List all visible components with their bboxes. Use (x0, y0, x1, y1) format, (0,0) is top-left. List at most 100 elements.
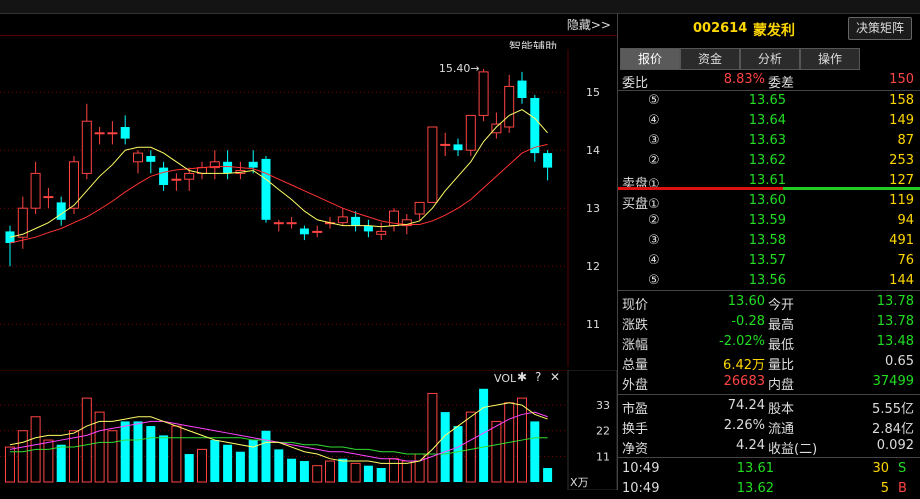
candle-body[interactable] (351, 216, 361, 226)
close-icon[interactable]: ✕ (550, 370, 560, 384)
tick-price: 13.62 (736, 481, 774, 496)
candle-body[interactable] (337, 216, 348, 224)
order-ratio-row: 委比 8.83% 委差 150 (618, 70, 920, 91)
divider (618, 290, 920, 291)
candle-body[interactable] (530, 98, 540, 154)
candle-body[interactable] (491, 123, 502, 134)
fund-label: 流通 (768, 422, 795, 437)
tab-operation[interactable]: 操作 (800, 48, 860, 70)
buy-price: 13.57 (748, 253, 786, 268)
candle-body[interactable] (94, 132, 105, 135)
tick-row: 10:49 13.61 30 S (618, 459, 920, 479)
candle-body[interactable] (248, 161, 258, 168)
candle-body[interactable] (543, 153, 553, 168)
candle-body[interactable] (171, 178, 182, 181)
sell-row[interactable]: ② 13.62 253 (618, 151, 920, 171)
decision-matrix-button[interactable]: 决策矩阵 (848, 17, 912, 40)
sell-row[interactable]: ⑤ 13.65 158 (618, 91, 920, 111)
buy-row[interactable]: ③ 13.58 491 (618, 231, 920, 251)
sell-row[interactable]: ④ 13.64 149 (618, 111, 920, 131)
candle-body[interactable] (223, 161, 233, 174)
buy-row[interactable]: 买盘① 13.60 119 (618, 191, 920, 212)
sell-row[interactable]: ③ 13.63 87 (618, 131, 920, 151)
candle-body[interactable] (440, 143, 451, 146)
volume-bar (299, 461, 309, 482)
volume-chart[interactable]: 33 22 11 X万 (0, 370, 617, 490)
volume-bar (376, 468, 386, 482)
max-price-marker: 15.40→ (439, 62, 480, 75)
candle-body[interactable] (363, 225, 373, 232)
tab-quote[interactable]: 报价 (620, 48, 680, 70)
y-tick-label: 13 (586, 202, 600, 215)
candle-body[interactable] (159, 167, 169, 185)
divider (618, 457, 920, 458)
fund-label: 换手 (622, 422, 649, 437)
vol-tick-label: 11 (596, 450, 610, 463)
tab-funds[interactable]: 资金 (680, 48, 740, 70)
y-tick-label: 11 (586, 318, 600, 331)
buy-row[interactable]: ④ 13.57 76 (618, 251, 920, 271)
candle-body[interactable] (273, 222, 284, 225)
help-icon[interactable]: ? (535, 370, 541, 384)
volume-bar (261, 430, 271, 482)
stat-row: 现价 13.60 今开 13.78 (618, 292, 920, 313)
fund-value: 0.092 (876, 438, 914, 453)
tick-price: 13.61 (736, 461, 774, 476)
candle-body[interactable] (465, 114, 476, 151)
candle-body[interactable] (414, 201, 425, 215)
volume-bar (312, 465, 323, 483)
stat-value: 0.65 (885, 354, 914, 369)
candle-body[interactable] (30, 172, 41, 209)
buy-row[interactable]: ② 13.59 94 (618, 211, 920, 231)
candle-body[interactable] (107, 132, 118, 135)
fund-row: 换手 2.26% 流通 2.84亿 (618, 416, 920, 437)
candle-body[interactable] (504, 85, 515, 128)
sell-price: 13.64 (748, 113, 786, 128)
candle-body[interactable] (146, 156, 156, 162)
candle-body[interactable] (427, 126, 438, 203)
gear-icon[interactable]: ✱ (517, 370, 527, 384)
candle-body[interactable] (312, 230, 323, 233)
tick-time: 10:49 (622, 481, 660, 496)
stat-row: 涨幅 -2.02% 最低 13.48 (618, 332, 920, 353)
volume-bar (133, 421, 143, 482)
candle-body[interactable] (56, 202, 66, 220)
stat-label: 外盘 (622, 378, 649, 393)
stat-row: 外盘 26683 内盘 37499 (618, 372, 920, 393)
candle-body[interactable] (81, 120, 92, 174)
buy-level-label: 买盘① (622, 197, 660, 212)
sell-buy-divider-red (618, 187, 783, 190)
stat-value: 37499 (872, 374, 914, 389)
buy-price: 13.56 (748, 273, 786, 288)
fund-value: 4.24 (736, 438, 765, 453)
chart-area: 隐藏>> 智能辅助 15 14 13 12 11 15.40→ 33 22 11 X万 VOL … (0, 13, 617, 490)
fund-label: 股本 (768, 402, 795, 417)
sell-price: 13.61 (748, 173, 786, 188)
volume-bar (350, 462, 361, 483)
buy-row[interactable]: ⑤ 13.56 144 (618, 271, 920, 291)
candle-body[interactable] (120, 127, 130, 139)
hide-panel-button[interactable]: 隐藏>> (567, 16, 611, 33)
tick-side: S (898, 461, 907, 476)
quote-panel: 002614 蒙发利 决策矩阵 报价 资金 分析 操作 委比 8.83% 委差 … (617, 13, 920, 496)
candle-body[interactable] (478, 71, 489, 116)
volume-bar (325, 460, 335, 483)
candle-body[interactable] (184, 172, 195, 180)
fund-label: 市盈 (622, 402, 649, 417)
candle-body[interactable] (286, 222, 297, 225)
candle-body[interactable] (453, 144, 463, 151)
candle-body[interactable] (43, 196, 54, 199)
candle-body[interactable] (261, 158, 271, 220)
volume-bar (491, 420, 502, 483)
volume-bar (543, 468, 553, 482)
buy-level-label: ⑤ (648, 273, 660, 288)
stat-value: 13.48 (876, 334, 914, 349)
candle-body[interactable] (133, 152, 143, 163)
tab-analysis[interactable]: 分析 (740, 48, 800, 70)
sell-price: 13.65 (748, 93, 786, 108)
candle-body[interactable] (376, 230, 387, 235)
candle-body[interactable] (517, 80, 527, 98)
candle-body[interactable] (299, 228, 309, 235)
fund-value: 74.24 (727, 398, 765, 413)
kline-chart[interactable]: 15 14 13 12 11 15.40→ (0, 49, 617, 367)
